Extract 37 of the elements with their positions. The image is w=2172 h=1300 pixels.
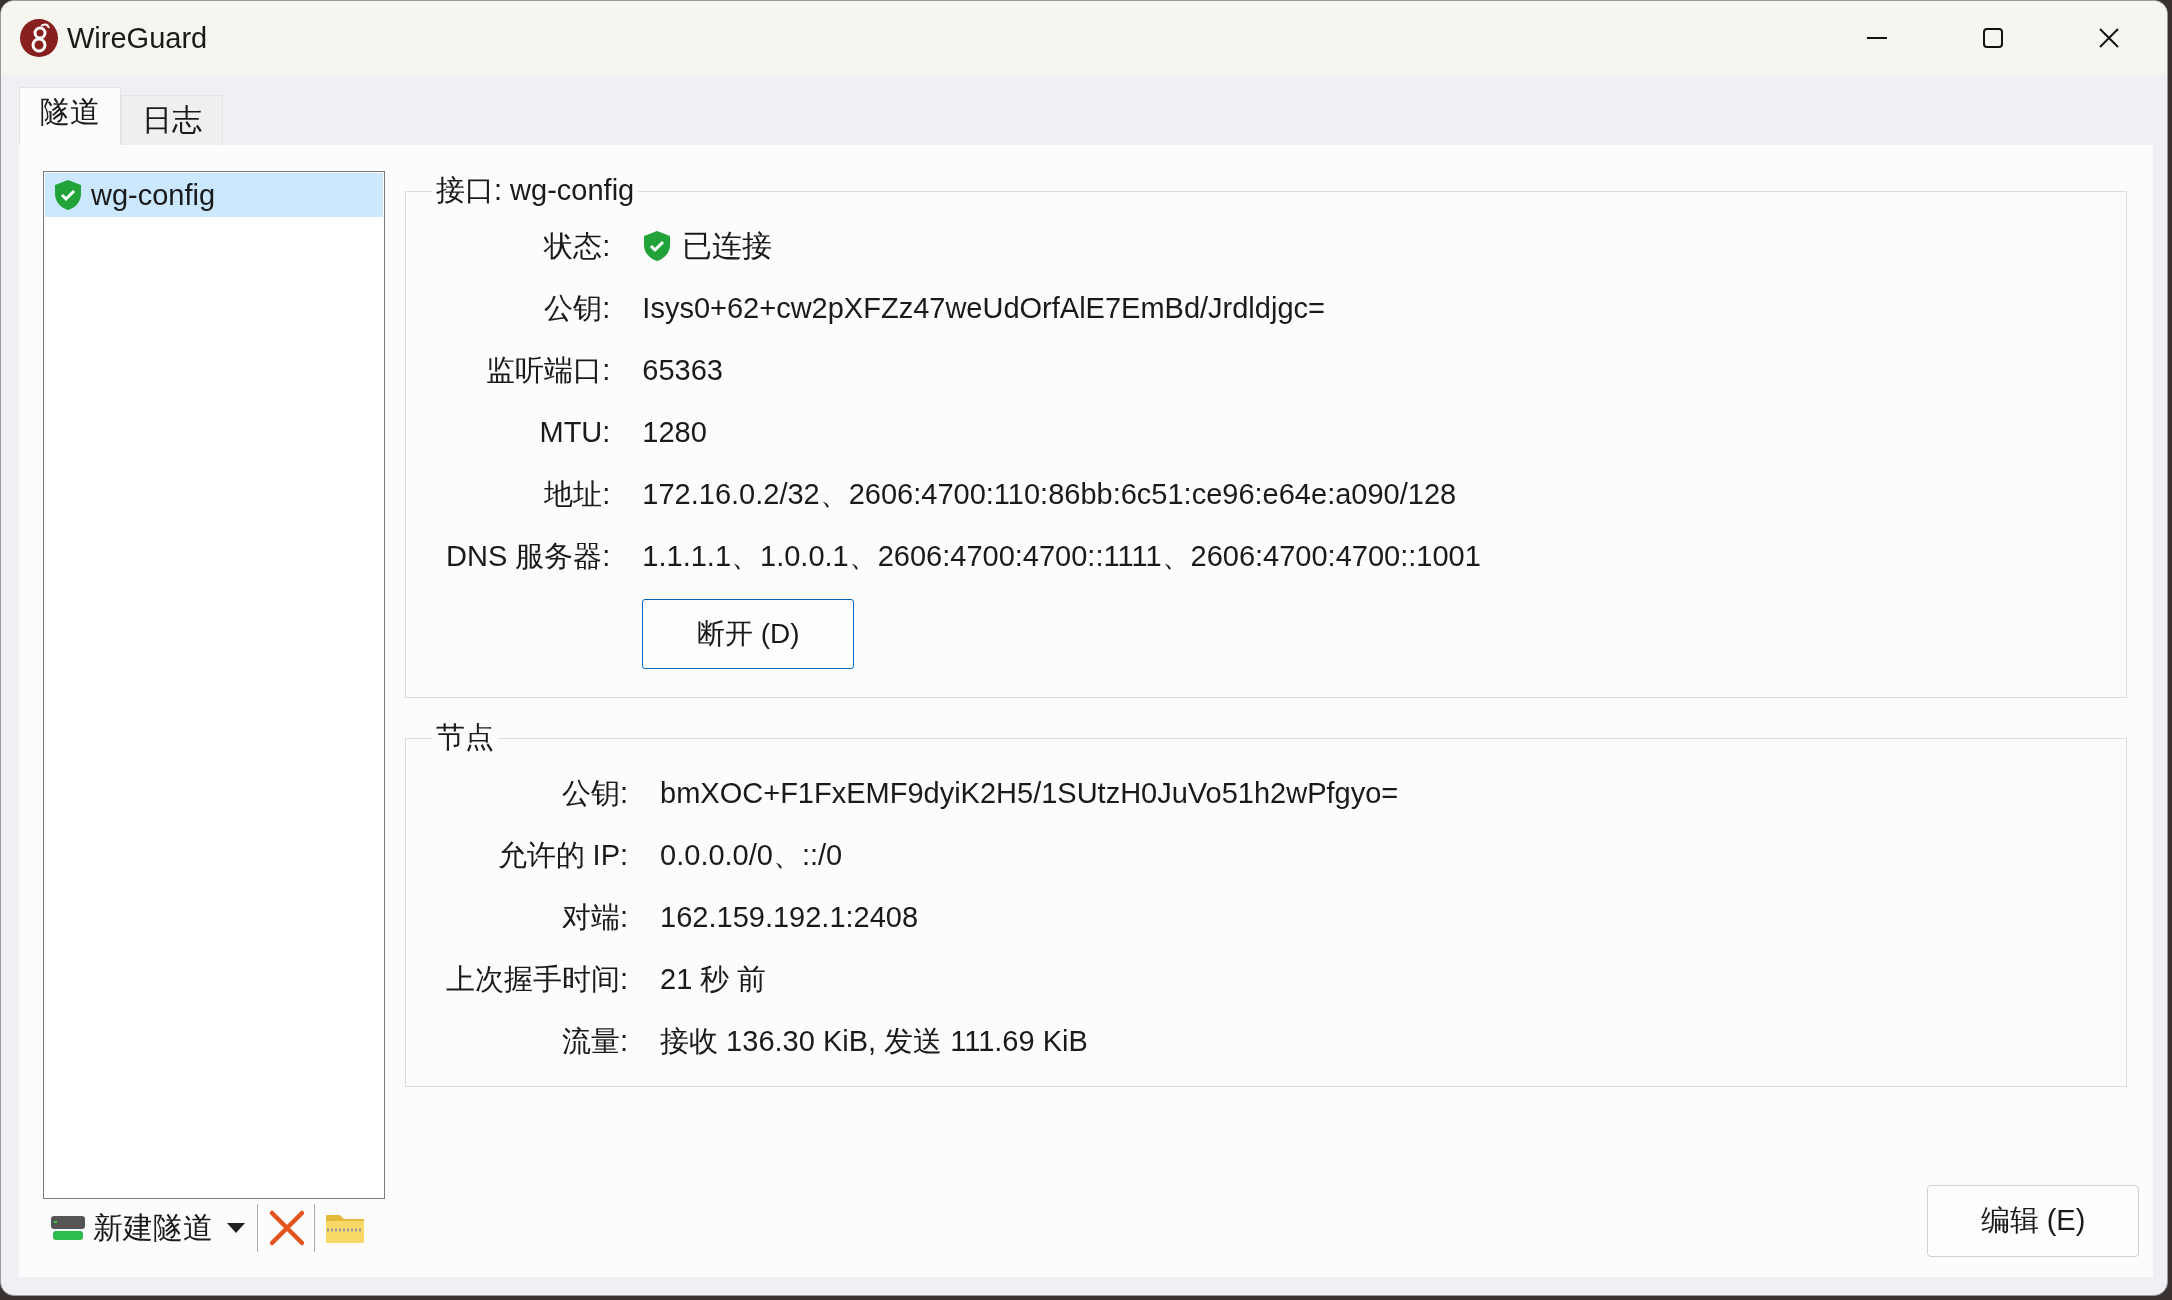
field-value: 65363	[642, 353, 724, 388]
window-title: WireGuard	[67, 21, 209, 55]
field-value: 172.16.0.2/32、2606:4700:110:86bb:6c51:ce96:e64e:a090/128	[642, 477, 1458, 512]
tab[interactable]: 隧道	[19, 87, 121, 145]
dropdown-caret-icon[interactable]	[227, 1222, 245, 1234]
field-label: 对端:	[562, 900, 629, 935]
field-label: 公钥:	[562, 776, 629, 811]
field-value: Isys0+62+cw2pXFZz47weUdOrfAlE7EmBd/Jrdldjgc=	[642, 291, 1326, 326]
group-title: 接口: wg-config	[435, 173, 636, 208]
field-value: 21 秒 前	[660, 962, 768, 997]
field-label: 流量:	[562, 1024, 629, 1059]
status-text: 已连接	[682, 228, 773, 264]
field-value: 1280	[642, 415, 708, 450]
tunnel-list-item[interactable]: wg-config	[45, 173, 383, 217]
maximize-icon[interactable]	[1982, 27, 2004, 49]
group-title: 节点	[435, 720, 495, 755]
tab[interactable]: 日志	[121, 95, 223, 145]
field-value: bmXOC+F1FxEMF9dyiK2H5/1SUtzH0JuVo51h2wPfgyo=	[660, 776, 1400, 811]
disconnect-button[interactable]: 断开 (D)	[642, 599, 855, 669]
field-label: 状态:	[544, 229, 611, 264]
field-label: DNS 服务器:	[446, 539, 611, 574]
edit-button[interactable]: 编辑 (E)	[1927, 1185, 2139, 1257]
field-value: 162.159.192.1:2408	[660, 900, 920, 935]
field-label: 上次握手时间:	[446, 962, 629, 997]
field-value: 0.0.0.0/0、::/0	[660, 838, 844, 873]
field-label: 公钥:	[544, 291, 611, 326]
field-label: MTU:	[539, 415, 611, 450]
field-value: 接收 136.30 KiB, 发送 111.69 KiB	[660, 1024, 1089, 1059]
field-label: 允许的 IP:	[497, 838, 629, 873]
close-icon[interactable]	[2098, 27, 2120, 49]
field-label: 监听端口:	[486, 353, 611, 388]
drive-icon[interactable]	[49, 1214, 87, 1242]
dragon-logo-icon	[19, 18, 59, 58]
field-value: 1.1.1.1、1.0.0.1、2606:4700:4700::1111、2606:4700:4700::1001	[642, 539, 1482, 574]
tunnel-list[interactable]: wg-config	[43, 171, 385, 1199]
new-tunnel-button[interactable]: 新建隧道	[49, 1207, 213, 1249]
field-label: 地址:	[544, 477, 611, 512]
